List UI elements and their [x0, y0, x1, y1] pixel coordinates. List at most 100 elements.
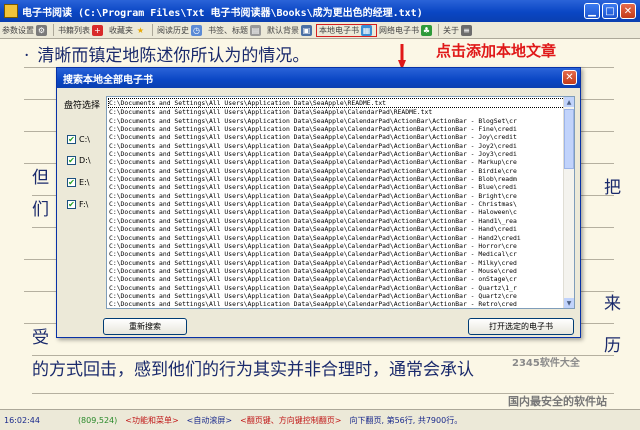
dialog-title: 搜索本地全部电子书: [63, 74, 153, 86]
toolbar-book-list-label: 书籍列表: [58, 25, 90, 35]
reader-line-text: 们: [32, 200, 49, 220]
bullet-icon: ·: [24, 46, 30, 66]
watermark-subtitle: 国内最安全的软件站: [508, 395, 607, 408]
drive-checkbox-f[interactable]: ✔ F:\: [67, 200, 88, 209]
status-coords: (809,524): [77, 415, 118, 425]
path-list-item[interactable]: C:\Documents and Settings\All Users\Appl…: [109, 300, 564, 308]
path-list-item[interactable]: C:\Documents and Settings\All Users\Appl…: [109, 108, 564, 116]
local-ebook-icon: ▦: [361, 24, 372, 36]
path-list-item[interactable]: C:\Documents and Settings\All Users\Appl…: [109, 250, 564, 258]
settings-icon: ⚙: [36, 24, 47, 36]
reader-fragment: 来: [604, 294, 621, 314]
toolbar-favorites-label: 收藏夹: [109, 25, 133, 35]
window-title: 电子书阅读 (C:\Program Files\Txt 电子书阅读器\Books…: [22, 7, 423, 19]
bookmark-icon: ▤: [250, 24, 261, 36]
checkbox-checked-icon: ✔: [67, 178, 76, 187]
reader-line-text: 的方式回击，感到他们的行为其实并非合理时，通常会承认: [32, 360, 474, 380]
minimize-icon: ▁: [588, 5, 596, 17]
toolbar-local-ebook[interactable]: 本地电子书 ▦: [316, 23, 377, 37]
window-titlebar: 电子书阅读 (C:\Program Files\Txt 电子书阅读器\Books…: [0, 0, 640, 22]
path-list-item[interactable]: C:\Documents and Settings\All Users\Appl…: [108, 98, 565, 109]
path-list-item[interactable]: C:\Documents and Settings\All Users\Appl…: [109, 275, 564, 283]
drive-label: F:\: [79, 200, 89, 209]
research-button[interactable]: 重新搜索: [103, 318, 187, 335]
checkbox-checked-icon: ✔: [67, 200, 76, 209]
reader-line-text: 清晰而镇定地陈述你所认为的情况。: [37, 46, 310, 66]
status-page-info: 向下翻页, 第56行, 共7900行。: [349, 415, 463, 425]
path-list-item[interactable]: C:\Documents and Settings\All Users\Appl…: [109, 200, 564, 208]
background-icon: ▣: [301, 24, 312, 36]
checkbox-checked-icon: ✔: [67, 135, 76, 144]
path-list-item[interactable]: C:\Documents and Settings\All Users\Appl…: [109, 175, 564, 183]
maximize-icon: □: [605, 5, 615, 17]
toolbar-background[interactable]: 默认背景 ▣: [265, 24, 316, 36]
reader-fragment: 把: [604, 178, 621, 198]
drive-label: E:\: [79, 178, 90, 187]
watermark-logo: 2345软件大全: [512, 358, 580, 369]
toolbar-history[interactable]: 阅读历史 ◷: [155, 24, 206, 36]
network-ebook-icon: ♣: [421, 24, 432, 36]
toolbar-network-ebook-label: 网络电子书: [379, 25, 419, 35]
drive-checkbox-c[interactable]: ✔ C:\: [67, 135, 90, 144]
status-autoscroll-hint: <自动滚屏>: [186, 415, 233, 425]
close-icon: ✕: [565, 72, 574, 83]
drive-select-label: 盘符选择: [64, 101, 101, 111]
toolbar-background-label: 默认背景: [267, 25, 299, 35]
toolbar-favorites[interactable]: 收藏夹 ★: [107, 25, 150, 36]
path-list-item[interactable]: C:\Documents and Settings\All Users\Appl…: [109, 225, 564, 233]
path-list-item[interactable]: C:\Documents and Settings\All Users\Appl…: [109, 292, 564, 300]
path-list-item[interactable]: C:\Documents and Settings\All Users\Appl…: [109, 208, 564, 216]
maximize-button[interactable]: □: [602, 3, 618, 19]
path-list-item[interactable]: C:\Documents and Settings\All Users\Appl…: [109, 167, 564, 175]
toolbar-separator: [438, 24, 439, 36]
toolbar-about[interactable]: 关于 ≡: [441, 24, 476, 36]
scroll-up-icon[interactable]: ▲: [564, 97, 574, 107]
status-bar: 16:02:44 (809,524) <功能和菜单> <自动滚屏> <翻页键、方…: [0, 409, 640, 430]
toolbar-bookmark-label: 书签、标题: [208, 25, 248, 35]
status-menu-hint: <功能和菜单>: [125, 415, 179, 425]
close-button[interactable]: ✕: [620, 3, 636, 19]
path-list-item[interactable]: C:\Documents and Settings\All Users\Appl…: [109, 183, 564, 191]
drive-checkbox-d[interactable]: ✔ D:\: [67, 156, 91, 165]
path-list-item[interactable]: C:\Documents and Settings\All Users\Appl…: [109, 284, 564, 292]
open-selected-ebook-button[interactable]: 打开选定的电子书: [468, 318, 574, 335]
scroll-down-icon[interactable]: ▼: [564, 298, 574, 308]
path-list-item[interactable]: C:\Documents and Settings\All Users\Appl…: [109, 242, 564, 250]
path-list-item[interactable]: C:\Documents and Settings\All Users\Appl…: [109, 117, 564, 125]
path-list-item[interactable]: C:\Documents and Settings\All Users\Appl…: [109, 192, 564, 200]
path-list-item[interactable]: C:\Documents and Settings\All Users\Appl…: [109, 259, 564, 267]
path-list-item[interactable]: C:\Documents and Settings\All Users\Appl…: [109, 267, 564, 275]
toolbar-history-label: 阅读历史: [157, 25, 189, 35]
dialog-close-button[interactable]: ✕: [562, 70, 577, 85]
vertical-scrollbar[interactable]: ▲ ▼: [563, 97, 574, 308]
drive-label: D:\: [79, 156, 91, 165]
annotation-text: 点击添加本地文章: [436, 42, 557, 60]
ebook-path-list[interactable]: C:\Documents and Settings\All Users\Appl…: [106, 96, 575, 309]
app-icon: [4, 4, 18, 18]
toolbar-local-ebook-label: 本地电子书: [319, 25, 359, 35]
path-list-item[interactable]: C:\Documents and Settings\All Users\Appl…: [109, 150, 564, 158]
status-time: 16:02:44: [4, 415, 40, 425]
path-list-item[interactable]: C:\Documents and Settings\All Users\Appl…: [109, 234, 564, 242]
book-list-icon: +: [92, 24, 103, 36]
toolbar-book-list[interactable]: 书籍列表 +: [56, 24, 107, 36]
reader-fragment: 历: [604, 336, 621, 356]
path-list-item[interactable]: C:\Documents and Settings\All Users\Appl…: [109, 158, 564, 166]
close-icon: ✕: [623, 5, 633, 17]
toolbar-about-label: 关于: [443, 25, 459, 35]
minimize-button[interactable]: ▁: [584, 3, 600, 19]
toolbar-settings-label: 参数设置: [2, 25, 34, 35]
favorites-icon: ★: [136, 25, 145, 35]
search-ebook-dialog: 搜索本地全部电子书 ✕ 盘符选择 ✔ C:\ ✔ D:\ ✔ E:\ ✔ F:\ C:\…: [56, 67, 581, 338]
scroll-thumb[interactable]: [564, 109, 574, 169]
path-list-item[interactable]: C:\Documents and Settings\All Users\Appl…: [109, 133, 564, 141]
drive-checkbox-e[interactable]: ✔ E:\: [67, 178, 89, 187]
path-list-item[interactable]: C:\Documents and Settings\All Users\Appl…: [109, 142, 564, 150]
toolbar: 参数设置 ⚙ 书籍列表 + 收藏夹 ★ 阅读历史 ◷ 书签、标题 ▤ 默认背景 …: [0, 22, 640, 39]
path-list-item[interactable]: C:\Documents and Settings\All Users\Appl…: [109, 125, 564, 133]
checkbox-checked-icon: ✔: [67, 156, 76, 165]
toolbar-settings[interactable]: 参数设置 ⚙: [0, 24, 51, 36]
path-list-item[interactable]: C:\Documents and Settings\All Users\Appl…: [109, 217, 564, 225]
toolbar-bookmark[interactable]: 书签、标题 ▤: [206, 24, 265, 36]
toolbar-network-ebook[interactable]: 网络电子书 ♣: [377, 24, 436, 36]
